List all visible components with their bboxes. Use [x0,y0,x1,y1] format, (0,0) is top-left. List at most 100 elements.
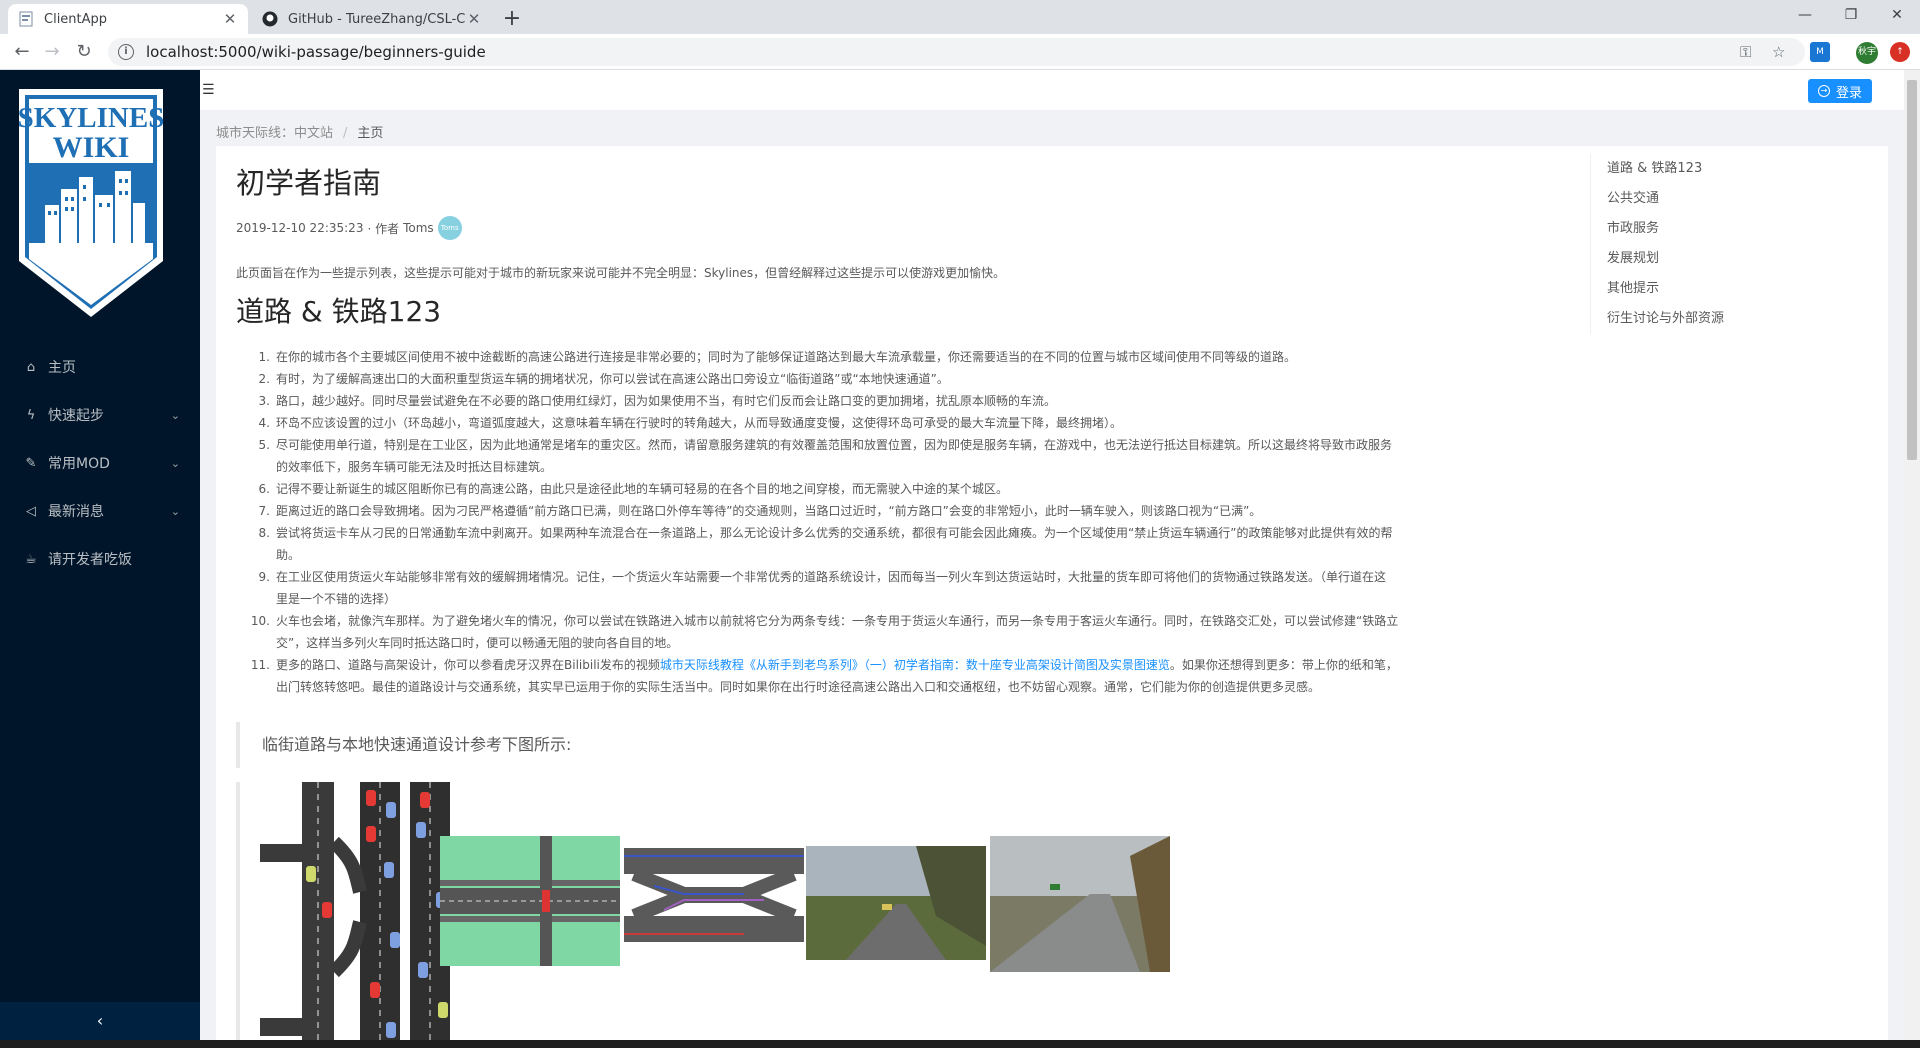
frontage-road-diagram-image[interactable] [260,782,470,1040]
sidebar-item-label: 快速起步 [48,408,104,424]
list-item: 的效率低下，服务车辆可能无法及时抵达目标建筑。 [276,460,553,474]
blockquote: 临街道路与本地快速通道设计参考下图所示: [236,722,1576,768]
collapse-sidebar-button[interactable]: ‹ [0,1002,200,1040]
main-content: ☰ → 登录 城市天际线：中文站 / 主页 初学者指南 2019-12-10 22:… [200,70,1904,1040]
breadcrumb: 城市天际线：中文站 / 主页 [216,122,383,141]
list-item: 11. 更多的路口、道路与高架设计，你可以参看虎牙汉界在Bilibili发布的视频… [250,658,1398,672]
page-icon [18,11,34,27]
forward-icon[interactable]: → [38,38,66,66]
tab-title: GitHub - TureeZhang/CSL-CN [288,11,466,27]
highway-photo-image[interactable] [806,846,986,960]
list-item: 4. 环岛不应该设置的过小（环岛越小，弯道弧度越大，这意味着车辆在行驶时的转角越大… [258,416,1123,430]
browser-toolbar: ← → ↻ i localhost:5000/wiki-passage/begi… [0,34,1920,70]
skylines-wiki-logo[interactable]: SKYLINES WIKI [15,85,167,321]
restore-icon[interactable]: ❐ [1828,0,1874,30]
toc-item[interactable]: 衍生讨论与外部资源 [1607,304,1830,334]
menu-fold-icon[interactable]: ☰ [202,82,215,98]
coffee-icon: ☕ [25,551,37,567]
list-item: 出门转悠转悠吧。最佳的道路设计与交通系统，其实早已运用于你的实际生活当中。同时如… [276,680,1321,694]
close-window-icon[interactable]: ✕ [1874,0,1920,30]
meta-author-prefix: · 作者 [367,221,400,236]
breadcrumb-current: 主页 [357,126,384,141]
reload-icon[interactable]: ↻ [70,38,98,66]
article-card: 初学者指南 2019-12-10 22:35:23 · 作者 Toms Toms… [216,146,1888,1040]
interchange-diagram-image[interactable] [440,836,620,966]
home-icon: ⌂ [26,359,36,375]
article-intro: 此页面旨在作为一些提示列表，这些提示可能对于城市的新玩家来说可能并不完全明显：S… [236,266,1006,280]
star-icon[interactable]: ☆ [1772,43,1785,61]
github-icon [262,11,278,27]
wrench-icon: ✎ [25,455,37,471]
meta-date: 2019-12-10 22:35:23 [236,221,364,235]
close-tab-icon[interactable]: ✕ [466,10,482,28]
list-item: 1. 在你的城市各个主要城区间使用不被中途截断的高速公路进行连接是非常必要的；同时… [258,350,1297,364]
sidebar-item-news[interactable]: ◁ 最新消息 ⌄ [0,487,200,535]
login-label: 登录 [1835,85,1862,101]
back-icon[interactable]: ← [8,38,36,66]
sidebar-item-label: 最新消息 [48,504,104,520]
list-item: 3. 路口，越少越好。同时尽量尝试避免在不必要的路口使用红绿灯，因为如果使用不当，… [258,394,1057,408]
tab-title: ClientApp [44,11,108,27]
chevron-down-icon: ⌄ [170,456,180,470]
info-icon[interactable]: i [118,44,134,60]
top-header: ☰ → 登录 [200,70,1904,110]
scrollbar-thumb[interactable] [1907,80,1917,460]
update-icon[interactable]: ↑ [1890,42,1910,62]
lane-diagram-image[interactable] [624,834,804,954]
table-of-contents: 道路 & 铁路123 公共交通 市政服务 发展规划 其他提示 衍生讨论与外部资源 [1590,154,1830,334]
sidebar: SKYLINES WIKI ⌂ 主页 ϟ 快速起步 ⌄ ✎ 常用MOD ⌄ ◁ … [0,70,200,1040]
toc-item[interactable]: 发展规划 [1607,244,1830,274]
chevron-down-icon: ⌄ [170,504,180,518]
close-tab-icon[interactable]: ✕ [222,10,238,28]
reference-images [236,782,1576,1040]
breadcrumb-separator: / [343,126,348,141]
browser-tab-github[interactable]: GitHub - TureeZhang/CSL-CN ✕ [252,4,492,34]
sidebar-item-quickstart[interactable]: ϟ 快速起步 ⌄ [0,391,200,439]
logo-line2: WIKI [53,131,130,164]
list-item: 10. 火车也会堵，就像汽车那样。为了避免堵火车的情况，你可以尝试在铁路进入城市以… [250,614,1399,628]
notification-icon: ◁ [26,503,36,519]
list-item: 9. 在工业区使用货运火车站能够非常有效的缓解拥堵情况。记住，一个货运火车站需要一… [258,570,1387,584]
sidebar-item-mods[interactable]: ✎ 常用MOD ⌄ [0,439,200,487]
sidebar-item-donate[interactable]: ☕ 请开发者吃饭 [0,535,200,583]
section-title: 道路 & 铁路123 [236,295,442,328]
list-item: 7. 距离过近的路口会导致拥堵。因为刁民严格遵循“前方路口已满，则在路口外停车等待… [258,504,1262,518]
profile-avatar[interactable]: 秋宇 [1856,42,1878,64]
sidebar-item-label: 主页 [48,360,76,376]
list-item: 5. 尽可能使用单行道，特别是在工业区，因为此地通常是堵车的重灾区。然而，请留意服… [258,438,1393,452]
page-title: 初学者指南 [236,166,382,200]
avatar[interactable]: Toms [437,216,462,240]
toc-item[interactable]: 公共交通 [1607,184,1830,214]
key-icon[interactable]: ⚿ [1740,43,1751,61]
address-bar[interactable]: i localhost:5000/wiki-passage/beginners-… [108,38,1805,66]
extension-icon[interactable]: M [1810,42,1830,62]
minimize-icon[interactable]: — [1782,0,1828,30]
sidebar-item-home[interactable]: ⌂ 主页 [0,343,200,391]
tips-list: 1. 在你的城市各个主要城区间使用不被中途截断的高速公路进行连接是非常必要的；同时… [236,346,1596,698]
toc-item[interactable]: 其他提示 [1607,274,1830,304]
list-item: 交”，这样当多列火车同时抵达路口时，便可以畅通无阻的驶向各自目的地。 [276,636,679,650]
new-tab-button[interactable]: + [498,6,526,34]
login-icon: → [1817,85,1830,97]
login-button[interactable]: → 登录 [1807,79,1872,103]
page-scrollbar[interactable] [1904,70,1920,1040]
article-meta: 2019-12-10 22:35:23 · 作者 Toms Toms [236,216,462,240]
list-item: 6. 记得不要让新诞生的城区阻断你已有的高速公路，由此只是途径此地的车辆可轻易的在… [258,482,1009,496]
browser-tab-clientapp[interactable]: ClientApp ✕ [8,4,248,34]
list-item: 2. 有时，为了缓解高速出口的大面积重型货运车辆的拥堵状况，你可以尝试在高速公路出… [258,372,949,386]
list-item: 助。 [276,548,301,562]
sidebar-item-label: 请开发者吃饭 [48,552,132,568]
list-item: 里是一个不错的选择） [276,592,397,606]
rainy-road-photo-image[interactable] [990,836,1170,972]
bilibili-video-link[interactable]: 城市天际线教程《从新手到老鸟系列》（一）初学者指南：数十座专业高架设计简图及实景… [660,658,1170,672]
side-menu: ⌂ 主页 ϟ 快速起步 ⌄ ✎ 常用MOD ⌄ ◁ 最新消息 ⌄ ☕ 请开发者吃… [0,343,200,583]
chevron-down-icon: ⌄ [170,408,180,422]
meta-author[interactable]: Toms [403,221,434,235]
bolt-icon: ϟ [26,407,36,423]
toc-item[interactable]: 道路 & 铁路123 [1607,154,1830,184]
taskbar [0,1040,1920,1048]
toc-item[interactable]: 市政服务 [1607,214,1830,244]
breadcrumb-root[interactable]: 城市天际线：中文站 [216,126,333,141]
sidebar-item-label: 常用MOD [48,456,110,472]
logo-line1: SKYLINES [18,102,165,134]
